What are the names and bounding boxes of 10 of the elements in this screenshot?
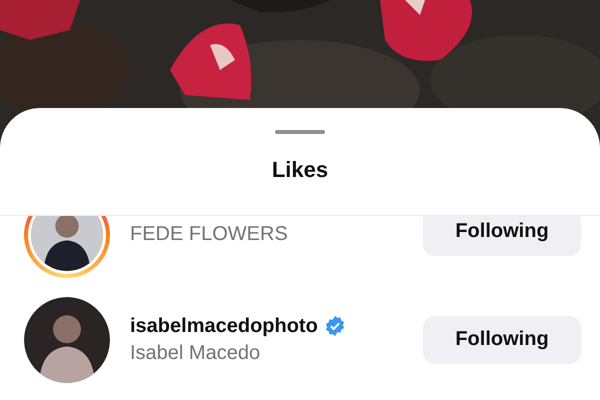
following-button[interactable]: Following xyxy=(423,316,581,364)
following-button[interactable]: Following xyxy=(423,216,581,256)
verified-badge-icon xyxy=(324,315,346,337)
drag-handle[interactable] xyxy=(275,130,325,134)
avatar[interactable] xyxy=(24,216,110,278)
avatar[interactable] xyxy=(24,296,110,382)
display-name: FEDE FLOWERS xyxy=(130,223,289,246)
display-name: Isabel Macedo xyxy=(130,342,262,364)
sheet-title: Likes xyxy=(272,157,328,183)
username[interactable]: isabelmacedophoto xyxy=(130,314,318,338)
